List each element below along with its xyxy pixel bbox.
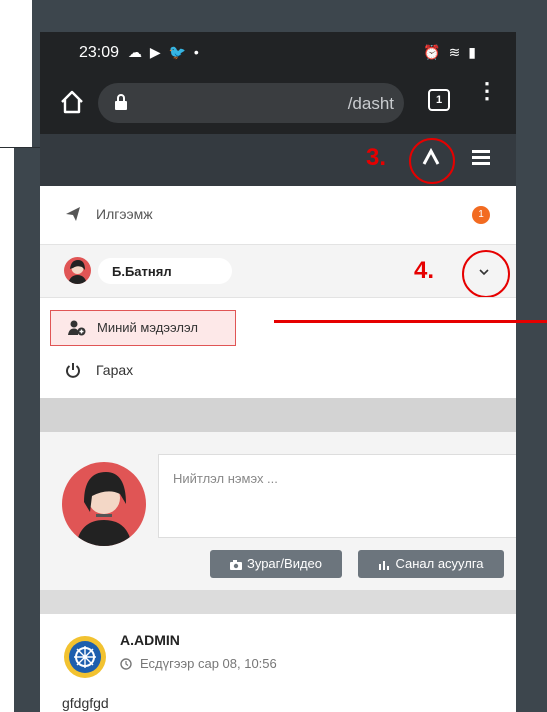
top-left-line	[0, 147, 40, 148]
messages-label: Илгээмж	[96, 206, 153, 222]
user-plus-icon	[68, 320, 86, 336]
hamburger-menu-icon[interactable]	[472, 150, 490, 166]
my-profile-label: Миний мэдээлэл	[97, 320, 198, 335]
home-icon[interactable]	[58, 88, 86, 116]
user-avatar	[64, 257, 91, 284]
admin-logo	[64, 636, 106, 678]
browser-menu-icon[interactable]: ⋮	[476, 80, 498, 102]
logout-label: Гарах	[96, 362, 134, 378]
camera-icon	[230, 559, 242, 570]
status-time: 23:09	[79, 44, 120, 61]
status-bar: 23:09 ☁ ▶ 🐦 • ⏰ ≋ ▮	[40, 32, 516, 74]
poll-label: Санал асуулга	[395, 556, 484, 571]
feed-post: A.ADMIN Есдүгээр сар 08, 10:56 gfdgfgd	[40, 614, 516, 712]
user-dropdown: Илгээмж 1 Б.Батнял 4. Миний мэдээлэл Гар…	[40, 186, 516, 398]
system-icons: ⏰ ≋ ▮	[423, 44, 478, 60]
phone-screen: 23:09 ☁ ▶ 🐦 • ⏰ ≋ ▮ /dasht 1 ⋮ 3. Илгээм…	[40, 32, 516, 712]
annotation-pointer-line	[274, 320, 547, 323]
post-author[interactable]: A.ADMIN	[120, 632, 180, 648]
post-text: gfdgfgd	[62, 695, 109, 711]
poll-button[interactable]: Санал асуулга	[358, 550, 504, 578]
chevron-down-icon[interactable]	[477, 265, 491, 279]
annotation-step-3: 3.	[366, 144, 387, 171]
browser-toolbar: /dasht 1 ⋮	[40, 74, 516, 134]
power-icon	[66, 363, 80, 378]
tab-switcher-button[interactable]: 1	[428, 89, 450, 111]
navbar-toggle-icon[interactable]	[421, 147, 441, 167]
notification-icons: ☁ ▶ 🐦 •	[128, 44, 201, 60]
section-separator	[40, 398, 516, 432]
site-navbar: 3.	[40, 134, 516, 186]
url-text: /dasht	[347, 94, 394, 113]
photo-video-label: Зураг/Видео	[247, 556, 322, 571]
messages-badge: 1	[472, 206, 490, 224]
annotation-step-4: 4.	[414, 257, 435, 284]
paper-plane-icon	[66, 207, 80, 221]
address-bar[interactable]: /dasht	[98, 83, 404, 123]
post-timestamp: Есдүгээр сар 08, 10:56	[140, 656, 277, 671]
composer-avatar	[62, 462, 146, 546]
messages-item[interactable]: Илгээмж 1	[40, 200, 516, 230]
section-separator	[40, 590, 516, 614]
top-left-margin	[0, 0, 32, 148]
photo-video-button[interactable]: Зураг/Видео	[210, 550, 342, 578]
lock-icon	[115, 94, 127, 110]
bar-chart-icon	[379, 560, 390, 570]
composer-input[interactable]: Нийтлэл нэмэх ...	[158, 454, 516, 538]
logout-item[interactable]: Гарах	[40, 356, 516, 386]
my-profile-item[interactable]: Миний мэдээлэл	[50, 310, 236, 346]
clock-icon	[120, 658, 132, 670]
post-composer: Нийтлэл нэмэх ... Зураг/Видео Санал асуу…	[40, 432, 516, 590]
divider	[40, 297, 516, 298]
user-row: Б.Батнял 4.	[40, 245, 516, 298]
user-name: Б.Батнял	[112, 264, 172, 279]
